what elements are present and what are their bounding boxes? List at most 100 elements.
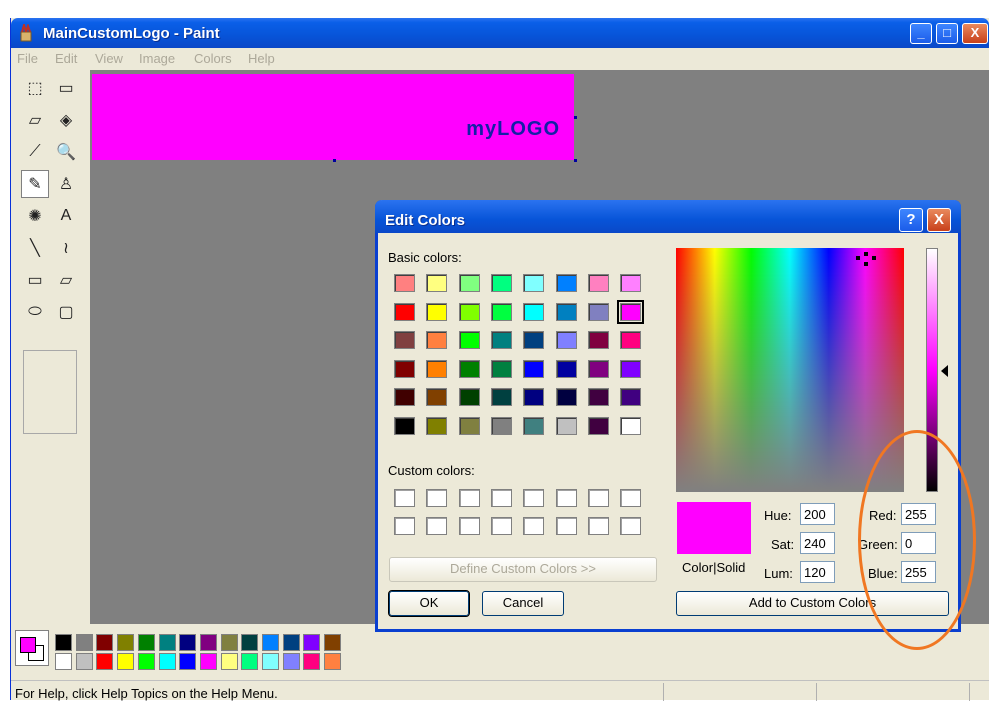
menu-file[interactable]: File <box>17 51 38 66</box>
basic-color-swatch[interactable] <box>523 274 545 292</box>
basic-color-swatch[interactable] <box>458 388 480 407</box>
basic-color-swatch[interactable] <box>426 331 448 350</box>
eraser-icon[interactable]: ▱ <box>21 106 49 134</box>
custom-color-swatch[interactable] <box>394 517 415 535</box>
basic-color-swatch[interactable] <box>587 417 609 435</box>
palette-swatch[interactable] <box>55 653 72 670</box>
palette-swatch[interactable] <box>75 653 93 670</box>
resize-handle-bottom[interactable] <box>333 159 336 162</box>
palette-swatch[interactable] <box>158 634 176 651</box>
basic-color-swatch[interactable] <box>394 417 415 435</box>
palette-swatch[interactable] <box>117 653 135 670</box>
tool-options-box[interactable] <box>23 350 77 434</box>
basic-color-swatch[interactable] <box>555 331 577 350</box>
foreground-color-swatch[interactable] <box>20 637 36 653</box>
menu-image[interactable]: Image <box>139 51 175 66</box>
basic-color-swatch[interactable] <box>394 274 415 292</box>
basic-color-swatch[interactable] <box>555 359 577 378</box>
drawing-canvas[interactable]: myLOGO <box>92 74 574 160</box>
ok-button[interactable]: OK <box>388 590 470 617</box>
palette-swatch[interactable] <box>199 653 217 670</box>
fill-bucket-icon[interactable]: ◈ <box>52 106 80 134</box>
basic-color-swatch[interactable] <box>426 302 448 321</box>
basic-color-swatch[interactable] <box>394 302 415 321</box>
palette-swatch[interactable] <box>137 653 155 670</box>
basic-color-swatch[interactable] <box>523 359 545 378</box>
basic-color-swatch[interactable] <box>394 359 415 378</box>
palette-swatch[interactable] <box>199 634 217 651</box>
custom-color-swatch[interactable] <box>555 489 577 507</box>
custom-color-swatch[interactable] <box>620 489 642 507</box>
basic-color-swatch[interactable] <box>620 274 642 292</box>
cancel-button[interactable]: Cancel <box>482 591 564 616</box>
palette-swatch[interactable] <box>262 653 279 670</box>
define-custom-colors-button[interactable]: Define Custom Colors >> <box>389 557 657 582</box>
basic-color-swatch[interactable] <box>617 299 645 324</box>
basic-color-swatch[interactable] <box>587 359 609 378</box>
custom-color-swatch[interactable] <box>490 517 512 535</box>
color-spectrum[interactable] <box>676 248 904 492</box>
basic-color-swatch[interactable] <box>458 417 480 435</box>
basic-color-swatch[interactable] <box>620 388 642 407</box>
custom-color-swatch[interactable] <box>523 517 545 535</box>
palette-swatch[interactable] <box>55 634 72 651</box>
current-colors[interactable] <box>15 630 49 666</box>
palette-swatch[interactable] <box>324 653 342 670</box>
basic-color-swatch[interactable] <box>555 388 577 407</box>
luminosity-arrow[interactable] <box>941 365 948 377</box>
basic-color-swatch[interactable] <box>555 302 577 321</box>
free-form-select-icon[interactable]: ⬚ <box>21 74 49 102</box>
palette-swatch[interactable] <box>220 653 238 670</box>
palette-swatch[interactable] <box>220 634 238 651</box>
custom-color-swatch[interactable] <box>587 489 609 507</box>
close-button[interactable]: X <box>962 23 988 44</box>
lum-input[interactable] <box>800 561 835 583</box>
custom-color-swatch[interactable] <box>458 517 480 535</box>
help-button[interactable]: ? <box>899 208 923 232</box>
palette-swatch[interactable] <box>282 634 300 651</box>
basic-color-swatch[interactable] <box>490 359 512 378</box>
pencil-icon[interactable]: ✎ <box>21 170 49 198</box>
ellipse-icon[interactable]: ⬭ <box>21 298 49 326</box>
palette-swatch[interactable] <box>158 653 176 670</box>
sat-input[interactable] <box>800 532 835 554</box>
custom-color-swatch[interactable] <box>490 489 512 507</box>
dialog-title-bar[interactable]: Edit Colors ? X <box>375 200 961 233</box>
basic-color-swatch[interactable] <box>458 331 480 350</box>
menu-colors[interactable]: Colors <box>194 51 232 66</box>
basic-color-swatch[interactable] <box>394 331 415 350</box>
minimize-button[interactable]: _ <box>910 23 932 44</box>
basic-color-swatch[interactable] <box>523 388 545 407</box>
basic-color-swatch[interactable] <box>523 331 545 350</box>
basic-color-swatch[interactable] <box>490 388 512 407</box>
airbrush-icon[interactable]: ✺ <box>21 202 49 230</box>
rectangle-icon[interactable]: ▭ <box>21 266 49 294</box>
palette-swatch[interactable] <box>241 634 259 651</box>
basic-color-swatch[interactable] <box>490 417 512 435</box>
basic-color-swatch[interactable] <box>555 274 577 292</box>
basic-color-swatch[interactable] <box>426 274 448 292</box>
palette-swatch[interactable] <box>75 634 93 651</box>
menu-view[interactable]: View <box>95 51 123 66</box>
basic-color-swatch[interactable] <box>490 274 512 292</box>
curve-icon[interactable]: ≀ <box>52 234 80 262</box>
basic-color-swatch[interactable] <box>587 274 609 292</box>
palette-swatch[interactable] <box>303 653 321 670</box>
rectangle-select-icon[interactable]: ▭ <box>52 74 80 102</box>
basic-color-swatch[interactable] <box>458 359 480 378</box>
dialog-close-button[interactable]: X <box>927 208 951 232</box>
color-picker-icon[interactable]: ⟋ <box>21 138 49 166</box>
custom-color-swatch[interactable] <box>587 517 609 535</box>
basic-color-swatch[interactable] <box>523 302 545 321</box>
menu-help[interactable]: Help <box>248 51 275 66</box>
polygon-icon[interactable]: ▱ <box>52 266 80 294</box>
menu-edit[interactable]: Edit <box>55 51 77 66</box>
hue-input[interactable] <box>800 503 835 525</box>
basic-color-swatch[interactable] <box>426 388 448 407</box>
custom-color-swatch[interactable] <box>426 517 448 535</box>
palette-swatch[interactable] <box>96 634 114 651</box>
custom-color-swatch[interactable] <box>458 489 480 507</box>
basic-color-swatch[interactable] <box>523 417 545 435</box>
custom-color-swatch[interactable] <box>555 517 577 535</box>
basic-color-swatch[interactable] <box>620 331 642 350</box>
